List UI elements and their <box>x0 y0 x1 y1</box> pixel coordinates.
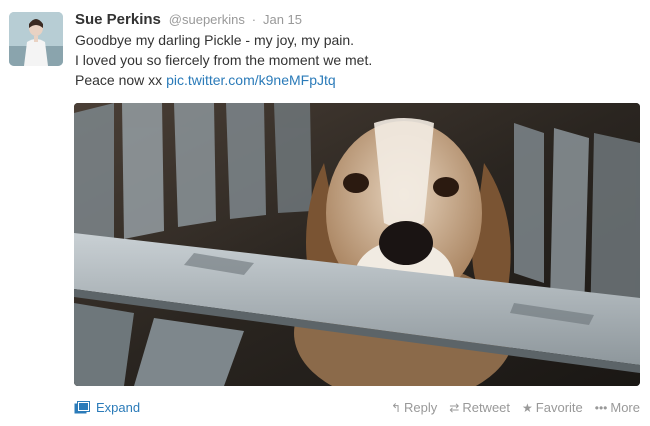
reply-icon: ↰ <box>390 400 402 415</box>
tweet-text-line-2: I loved you so fiercely from the moment … <box>75 52 373 68</box>
tweet-text: Goodbye my darling Pickle - my joy, my p… <box>75 30 635 90</box>
tweet-actions: ↰ Reply ⇄ Retweet ★ Favorite ••• More <box>391 400 640 415</box>
tweet-header: Sue Perkins @sueperkins · Jan 15 <box>75 10 302 29</box>
photo-icon <box>74 400 90 413</box>
tweet-footer: Expand ↰ Reply ⇄ Retweet ★ Favorite ••• … <box>0 398 650 420</box>
media-photo[interactable] <box>74 103 640 386</box>
tweet-text-prefix: Peace now xx <box>75 72 167 88</box>
media-link[interactable]: pic.twitter.com/k9neMFpJtq <box>166 72 336 88</box>
favorite-button[interactable]: ★ Favorite <box>522 400 583 415</box>
timestamp[interactable]: Jan 15 <box>263 12 302 27</box>
more-icon: ••• <box>594 400 608 415</box>
more-button[interactable]: ••• More <box>595 400 640 415</box>
tweet-text-line-3: Peace now xx pic.twitter.com/k9neMFpJtq <box>75 70 635 90</box>
avatar-image <box>9 12 63 66</box>
dog-photo <box>74 103 640 386</box>
star-icon: ★ <box>522 400 533 415</box>
avatar[interactable] <box>9 12 63 66</box>
more-label: More <box>610 400 640 415</box>
retweet-icon: ⇄ <box>449 400 460 415</box>
retweet-button[interactable]: ⇄ Retweet <box>449 400 510 415</box>
expand-label: Expand <box>96 400 141 415</box>
separator: · <box>251 12 257 27</box>
retweet-label: Retweet <box>462 400 511 415</box>
username[interactable]: @sueperkins <box>169 12 245 27</box>
fullname[interactable]: Sue Perkins <box>75 11 161 28</box>
tweet-text-line-1: Goodbye my darling Pickle - my joy, my p… <box>75 32 355 48</box>
tweet: Sue Perkins @sueperkins · Jan 15 Goodbye… <box>0 0 650 426</box>
reply-label: Reply <box>404 400 438 415</box>
favorite-label: Favorite <box>535 400 583 415</box>
reply-button[interactable]: ↰ Reply <box>391 400 437 415</box>
expand-button[interactable]: Expand <box>74 400 140 415</box>
